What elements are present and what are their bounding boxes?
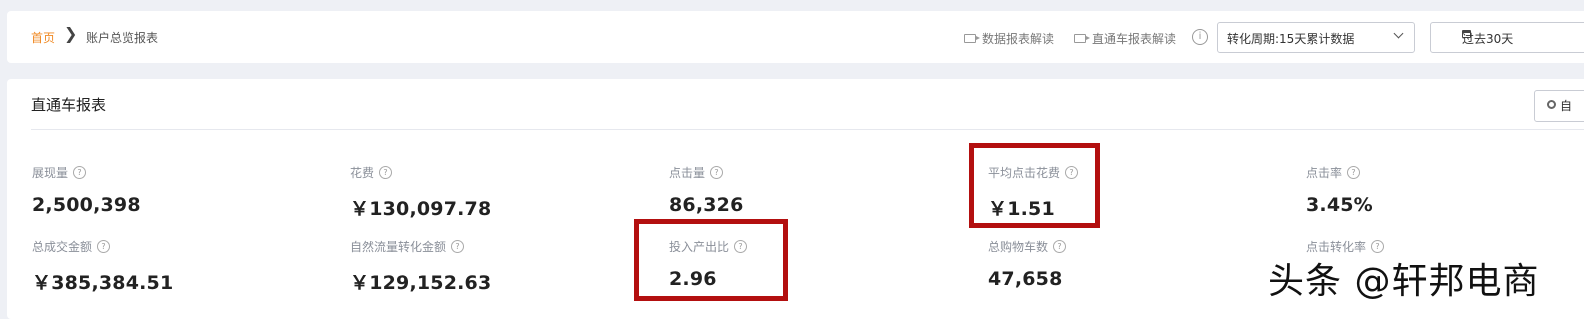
breadcrumb-home[interactable]: 首页: [31, 29, 55, 46]
settings-button-label: 自: [1560, 99, 1573, 113]
metric-label: 点击量: [669, 166, 706, 180]
breadcrumb-current: 账户总览报表: [86, 31, 159, 45]
data-report-guide-label: 数据报表解读: [982, 32, 1055, 46]
metric-label: 花费: [350, 166, 375, 180]
settings-button[interactable]: 自: [1534, 90, 1584, 122]
metric-label: 总购物车数: [988, 240, 1049, 254]
watermark: 头条 @轩邦电商: [1268, 261, 1540, 302]
metric-cost: 花费? ￥130,097.78: [350, 164, 491, 221]
date-range-picker[interactable]: 过去30天: [1430, 22, 1584, 53]
divider: [31, 129, 1584, 130]
video-icon: [1074, 34, 1090, 43]
highlight-box-roi: [634, 219, 788, 301]
metric-label: 自然流量转化金额: [350, 240, 447, 254]
video-icon: [964, 34, 980, 43]
metric-impressions: 展现量? 2,500,398: [32, 164, 141, 216]
metric-label: 总成交金额: [32, 240, 93, 254]
chevron-down-icon: [1393, 28, 1404, 39]
help-icon[interactable]: ?: [97, 240, 111, 253]
help-icon[interactable]: ?: [379, 166, 393, 179]
metric-clicks: 点击量? 86,326: [669, 164, 744, 216]
help-icon[interactable]: ?: [710, 166, 724, 179]
metric-value: 3.45%: [1306, 194, 1373, 216]
metric-value: ￥130,097.78: [350, 198, 492, 220]
metric-label: 展现量: [32, 166, 69, 180]
gear-icon: [1547, 100, 1556, 109]
metric-total-gmv: 总成交金额? ￥385,384.51: [32, 238, 173, 295]
card-title: 直通车报表: [31, 96, 107, 114]
metric-label: 点击率: [1306, 166, 1343, 180]
data-report-guide-link[interactable]: 数据报表解读: [964, 30, 1054, 47]
info-icon[interactable]: i: [1192, 29, 1208, 45]
metric-value: ￥385,384.51: [32, 272, 174, 294]
metric-value: 47,658: [988, 268, 1063, 290]
top-bar: 首页 ❯ 账户总览报表 数据报表解读 直通车报表解读 i 转化周期:15天累计数…: [7, 11, 1584, 63]
highlight-box-avg-cpc: [969, 143, 1100, 228]
help-icon[interactable]: ?: [1347, 166, 1361, 179]
conversion-period-value: 转化周期:15天累计数据: [1227, 32, 1355, 46]
metric-ctr: 点击率? 3.45%: [1306, 164, 1373, 216]
conversion-period-select[interactable]: 转化周期:15天累计数据: [1217, 22, 1415, 53]
metric-cart-adds: 总购物车数? 47,658: [988, 238, 1067, 290]
ztc-report-guide-link[interactable]: 直通车报表解读: [1074, 30, 1176, 47]
date-range-value: 过去30天: [1462, 32, 1514, 46]
ztc-report-guide-label: 直通车报表解读: [1092, 32, 1177, 46]
help-icon[interactable]: ?: [451, 240, 465, 253]
metric-value: ￥129,152.63: [350, 272, 492, 294]
help-icon[interactable]: ?: [1053, 240, 1067, 253]
metric-value: 2,500,398: [32, 194, 141, 216]
help-icon[interactable]: ?: [73, 166, 87, 179]
metric-value: 86,326: [669, 194, 744, 216]
chevron-right-icon: ❯: [64, 24, 78, 43]
metric-organic-gmv: 自然流量转化金额? ￥129,152.63: [350, 238, 491, 295]
